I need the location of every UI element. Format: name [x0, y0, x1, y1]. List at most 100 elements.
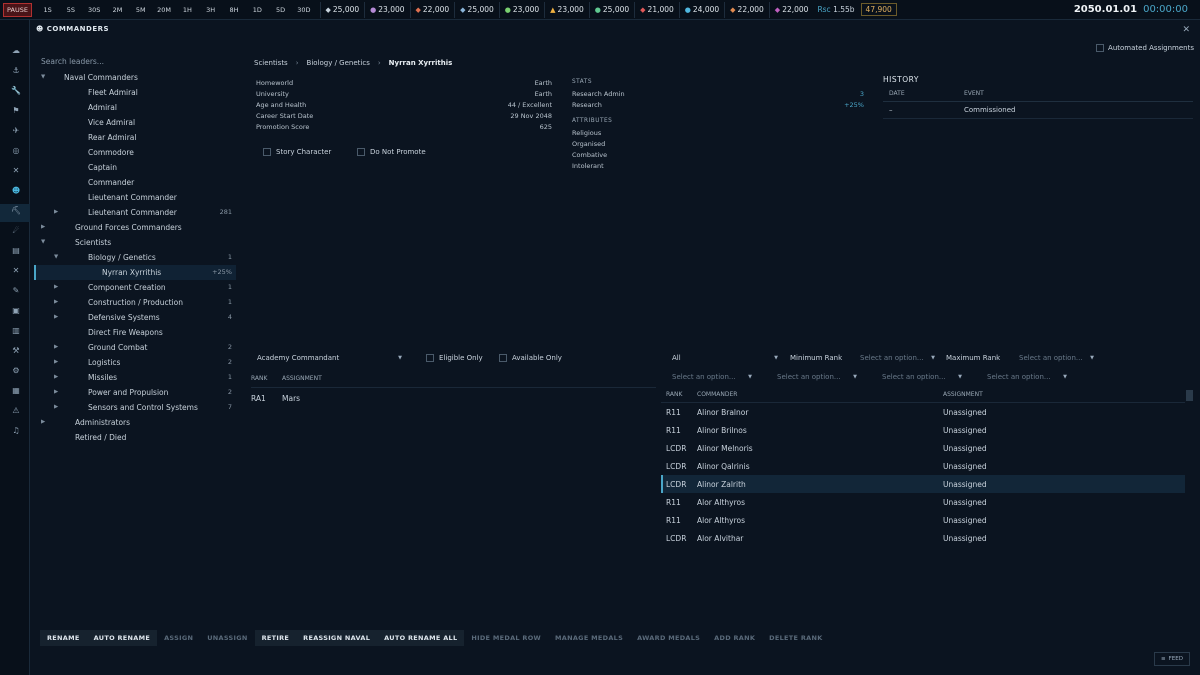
speed-button-5s[interactable]: 5S	[59, 6, 82, 14]
breadcrumb-biology[interactable]: Biology / Genetics	[307, 59, 370, 67]
tree-node[interactable]: ▶ Component Creation 1	[34, 280, 236, 295]
assignment-type-select[interactable]: Academy Commandant ▼	[257, 354, 402, 362]
tree-toggle-icon[interactable]: ▶	[54, 385, 58, 400]
tree-node[interactable]: ▼ Biology / Genetics 1	[34, 250, 236, 265]
tree-node[interactable]: Vice Admiral	[34, 115, 236, 130]
tree-toggle-icon[interactable]: ▶	[54, 340, 58, 355]
pause-button[interactable]: PAUSE	[3, 2, 32, 17]
cloud-icon[interactable]: ☁	[9, 44, 23, 58]
add-rank-button[interactable]: ADD RANK	[707, 630, 762, 646]
anchor-icon[interactable]: ⚓	[9, 64, 23, 78]
tree-node[interactable]: Captain	[34, 160, 236, 175]
tree-node[interactable]: ▶ Administrators	[34, 415, 236, 430]
speed-button-1d[interactable]: 1D	[246, 6, 269, 14]
speed-button-1h[interactable]: 1H	[176, 6, 199, 14]
award-medals-button[interactable]: AWARD MEDALS	[630, 630, 707, 646]
tree-node[interactable]: Nyrran Xyrrithis +25%	[34, 265, 236, 280]
tree-toggle-icon[interactable]: ▶	[54, 310, 58, 325]
tree-toggle-icon[interactable]: ▼	[41, 70, 45, 85]
commander-row[interactable]: LCDR Alinor Melnoris Unassigned	[661, 439, 1185, 457]
tag-icon[interactable]: ✎	[9, 284, 23, 298]
story-character-toggle[interactable]: Story Character	[263, 148, 331, 156]
automated-assignments-toggle[interactable]: Automated Assignments	[1096, 44, 1194, 52]
chart-icon[interactable]: ▦	[9, 384, 23, 398]
tree-node[interactable]: ▼ Naval Commanders	[34, 70, 236, 85]
tree-toggle-icon[interactable]: ▶	[54, 400, 58, 415]
speed-button-8h[interactable]: 8H	[222, 6, 245, 14]
tree-node[interactable]: Commander	[34, 175, 236, 190]
gear-icon[interactable]: ⚙	[9, 364, 23, 378]
assignment-row[interactable]: RA1 Mars	[251, 388, 656, 408]
tree-node[interactable]: Direct Fire Weapons	[34, 325, 236, 340]
speed-button-2m[interactable]: 2M	[106, 6, 129, 14]
pickaxe-icon[interactable]: ⛏	[9, 204, 23, 218]
box-icon[interactable]: ▣	[9, 304, 23, 318]
story-character-checkbox[interactable]	[263, 148, 271, 156]
tree-node[interactable]: ▶ Ground Forces Commanders	[34, 220, 236, 235]
tree-node[interactable]: Commodore	[34, 145, 236, 160]
tree-node[interactable]: ▶ Construction / Production 1	[34, 295, 236, 310]
manage-medals-button[interactable]: MANAGE MEDALS	[548, 630, 630, 646]
speed-button-5d[interactable]: 5D	[269, 6, 292, 14]
commander-row[interactable]: LCDR Alinor Zalrith Unassigned	[661, 475, 1185, 493]
tree-node[interactable]: ▶ Lieutenant Commander 281	[34, 205, 236, 220]
filter-select-2[interactable]: Select an option... ▼	[777, 373, 857, 381]
available-only-toggle[interactable]: Available Only	[499, 354, 562, 362]
commander-row[interactable]: R11 Alor Althyros Unassigned	[661, 511, 1185, 529]
breadcrumb-scientists[interactable]: Scientists	[254, 59, 288, 67]
delete-rank-button[interactable]: DELETE RANK	[762, 630, 829, 646]
target-icon[interactable]: ◎	[9, 144, 23, 158]
cross-icon[interactable]: ✕	[9, 264, 23, 278]
do-not-promote-checkbox[interactable]	[357, 148, 365, 156]
flag-icon[interactable]: ⚑	[9, 104, 23, 118]
eligible-only-toggle[interactable]: Eligible Only	[426, 354, 483, 362]
tree-node[interactable]: ▶ Ground Combat 2	[34, 340, 236, 355]
tree-node[interactable]: ▶ Sensors and Control Systems 7	[34, 400, 236, 415]
tree-toggle-icon[interactable]: ▶	[41, 415, 45, 430]
music-icon[interactable]: ♫	[9, 424, 23, 438]
person-icon[interactable]: ☻	[9, 184, 23, 198]
commander-row[interactable]: R11 Alinor Bralnor Unassigned	[661, 403, 1185, 421]
tree-node[interactable]: ▶ Missiles 1	[34, 370, 236, 385]
document-icon[interactable]: ▥	[9, 324, 23, 338]
speed-button-3h[interactable]: 3H	[199, 6, 222, 14]
tree-toggle-icon[interactable]: ▶	[54, 370, 58, 385]
tree-node[interactable]: ▶ Power and Propulsion 2	[34, 385, 236, 400]
tree-node[interactable]: Admiral	[34, 100, 236, 115]
speed-button-20m[interactable]: 20M	[152, 6, 175, 14]
tree-toggle-icon[interactable]: ▶	[41, 220, 45, 235]
auto-rename-all-button[interactable]: AUTO RENAME ALL	[377, 630, 465, 646]
do-not-promote-toggle[interactable]: Do Not Promote	[357, 148, 426, 156]
reassign-naval-button[interactable]: REASSIGN NAVAL	[296, 630, 378, 646]
commander-row[interactable]: LCDR Alor Alvithar Unassigned	[661, 529, 1185, 547]
clipboard-icon[interactable]: ▤	[9, 244, 23, 258]
tree-toggle-icon[interactable]: ▶	[54, 295, 58, 310]
warning-icon[interactable]: ⚠	[9, 404, 23, 418]
close-icon[interactable]: ✕	[1182, 25, 1190, 35]
tree-node[interactable]: ▶ Logistics 2	[34, 355, 236, 370]
wrench-icon[interactable]: 🔧	[9, 84, 23, 98]
speed-button-30s[interactable]: 30S	[83, 6, 106, 14]
rename-button[interactable]: RENAME	[40, 630, 87, 646]
tree-node[interactable]: Fleet Admiral	[34, 85, 236, 100]
swords-icon[interactable]: ✕	[9, 164, 23, 178]
tree-toggle-icon[interactable]: ▶	[54, 280, 58, 295]
max-rank-select[interactable]: Select an option... ▼	[1019, 354, 1094, 362]
hammer-icon[interactable]: ⚒	[9, 344, 23, 358]
scrollbar-thumb[interactable]	[1186, 390, 1193, 401]
tree-node[interactable]: Retired / Died	[34, 430, 236, 445]
commander-row[interactable]: R11 Alinor Brilnos Unassigned	[661, 421, 1185, 439]
speed-button-30d[interactable]: 30D	[292, 6, 315, 14]
speed-button-5m[interactable]: 5M	[129, 6, 152, 14]
commander-type-select[interactable]: All ▼	[672, 354, 778, 362]
commander-row[interactable]: R11 Alor Althyros Unassigned	[661, 493, 1185, 511]
eligible-only-checkbox[interactable]	[426, 354, 434, 362]
hide-medal-row-button[interactable]: HIDE MEDAL ROW	[464, 630, 548, 646]
telescope-icon[interactable]: ☄	[9, 224, 23, 238]
tree-node[interactable]: ▼ Scientists	[34, 235, 236, 250]
tree-toggle-icon[interactable]: ▼	[54, 250, 58, 265]
filter-select-3[interactable]: Select an option... ▼	[882, 373, 962, 381]
retire-button[interactable]: RETIRE	[254, 630, 297, 646]
speed-button-1s[interactable]: 1S	[36, 6, 59, 14]
assign-button[interactable]: ASSIGN	[157, 630, 200, 646]
